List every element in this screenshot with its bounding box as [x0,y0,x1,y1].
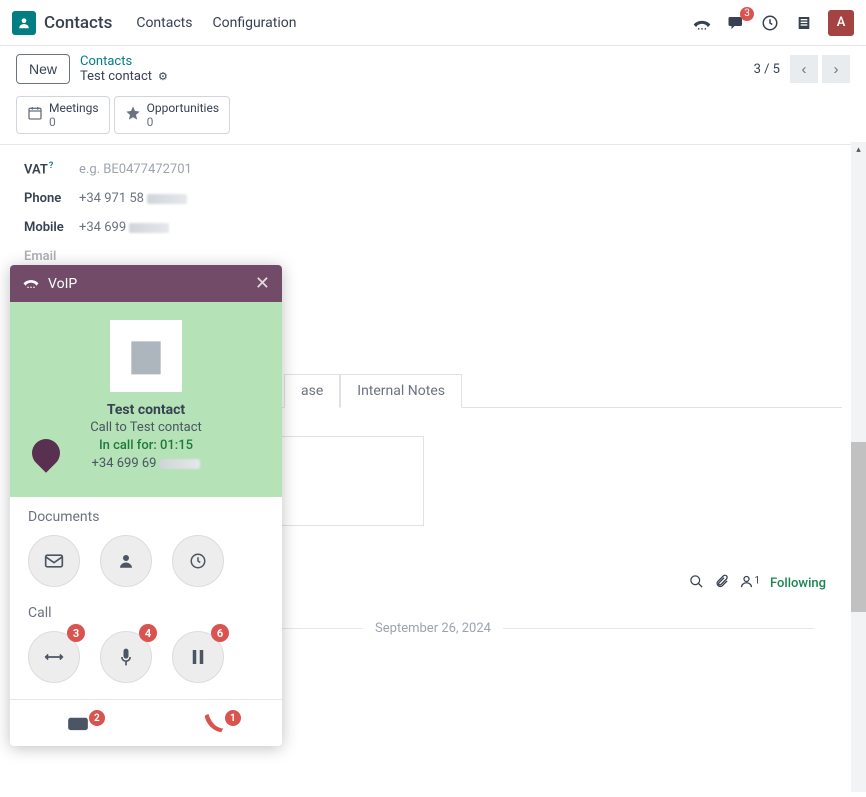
voip-documents-section: Documents [10,497,282,593]
user-avatar[interactable]: A [828,10,854,36]
breadcrumb-current: Test contact ⚙ [80,69,168,84]
voip-call-to: Call to Test contact [22,420,270,435]
voip-contact-name: Test contact [22,402,270,418]
breadcrumb-current-text: Test contact [80,69,152,84]
mobile-row: Mobile +34 699 [24,220,842,235]
stat-meetings-label: Meetings [49,101,99,115]
messages-icon[interactable]: 3 [726,13,746,33]
pager-prev-button[interactable]: ‹ [790,55,818,83]
breadcrumb: Contacts Test contact ⚙ [80,54,168,84]
pause-badge: 6 [211,624,229,642]
stat-opportunities[interactable]: Opportunities 0 [114,96,230,134]
nav-menu: Contacts Configuration [136,15,296,31]
call-label: Call [28,605,264,621]
pager-next-button[interactable]: › [822,55,850,83]
scrollbar[interactable]: ▴ [851,142,866,792]
transfer-badge: 3 [67,624,85,642]
pager: 3 / 5 ‹ › [754,55,850,83]
voip-number: +34 699 69 [92,456,201,471]
navbar-right: 3 A [692,10,854,36]
voip-header[interactable]: VoIP ✕ [10,265,282,302]
gear-icon[interactable]: ⚙ [158,70,168,83]
top-navbar: Contacts Contacts Configuration 3 A [0,0,866,46]
email-label: Email [24,249,79,264]
phone-systray-icon[interactable] [692,13,712,33]
star-icon [125,105,141,125]
nav-item-contacts[interactable]: Contacts [136,15,192,31]
phone-label: Phone [24,191,79,206]
stat-meetings-count: 0 [49,115,99,129]
contact-button[interactable] [100,535,152,587]
calendar-icon [27,105,43,125]
stat-buttons: Meetings 0 Opportunities 0 [0,92,866,144]
tab-partial[interactable]: ase [284,374,340,408]
voip-call-section: Call 3 4 6 [10,593,282,689]
search-icon[interactable] [689,574,704,593]
hangup-button[interactable]: 1 [146,712,282,734]
hangup-badge: 1 [225,710,241,726]
stat-opps-label: Opportunities [147,101,219,115]
keypad-badge: 2 [89,710,105,726]
help-icon[interactable]: ? [49,161,53,171]
vat-input[interactable]: e.g. BE0477472701 [79,162,192,177]
activity-button[interactable] [172,535,224,587]
email-row: Email [24,249,842,264]
new-button[interactable]: New [16,54,70,84]
company-icon [110,320,182,392]
nav-item-configuration[interactable]: Configuration [213,15,297,31]
mute-button[interactable]: 4 [100,631,152,683]
app-icon [12,11,36,35]
redacted [160,459,200,469]
stat-meetings[interactable]: Meetings 0 [16,96,110,134]
following-button[interactable]: Following [770,576,826,591]
email-button[interactable] [28,535,80,587]
mute-badge: 4 [139,624,157,642]
tab-internal-notes[interactable]: Internal Notes [340,374,462,408]
followers-icon[interactable]: 1 [739,574,760,593]
close-icon[interactable]: ✕ [255,273,270,294]
stat-opps-count: 0 [147,115,219,129]
mobile-label: Mobile [24,220,79,235]
phone-value[interactable]: +34 971 58 [79,191,187,206]
scroll-up-icon[interactable]: ▴ [851,142,866,158]
brand-title: Contacts [44,13,112,33]
voip-title: VoIP [48,276,77,292]
breadcrumb-parent[interactable]: Contacts [80,54,168,69]
attachment-icon[interactable] [714,574,729,593]
vat-label: VAT? [24,161,79,177]
messages-badge: 3 [740,7,754,21]
transfer-button[interactable]: 3 [28,631,80,683]
voip-footer: 2 1 [10,699,282,746]
brand[interactable]: Contacts [12,11,112,35]
pager-count: 3 / 5 [754,62,780,77]
phone-icon [22,275,40,293]
redacted [147,194,187,204]
redacted [129,223,169,233]
apps-icon[interactable] [794,13,814,33]
voip-call-panel: Test contact Call to Test contact In cal… [10,302,282,497]
documents-label: Documents [28,509,264,525]
pause-button[interactable]: 6 [172,631,224,683]
scrollbar-thumb[interactable] [851,442,866,612]
phone-row: Phone +34 971 58 [24,191,842,206]
voip-widget: VoIP ✕ Test contact Call to Test contact… [10,265,282,746]
control-panel: New Contacts Test contact ⚙ 3 / 5 ‹ › [0,46,866,92]
vat-row: VAT? e.g. BE0477472701 [24,161,842,177]
activities-icon[interactable] [760,13,780,33]
mobile-value[interactable]: +34 699 [79,220,169,235]
keypad-button[interactable]: 2 [10,712,146,734]
